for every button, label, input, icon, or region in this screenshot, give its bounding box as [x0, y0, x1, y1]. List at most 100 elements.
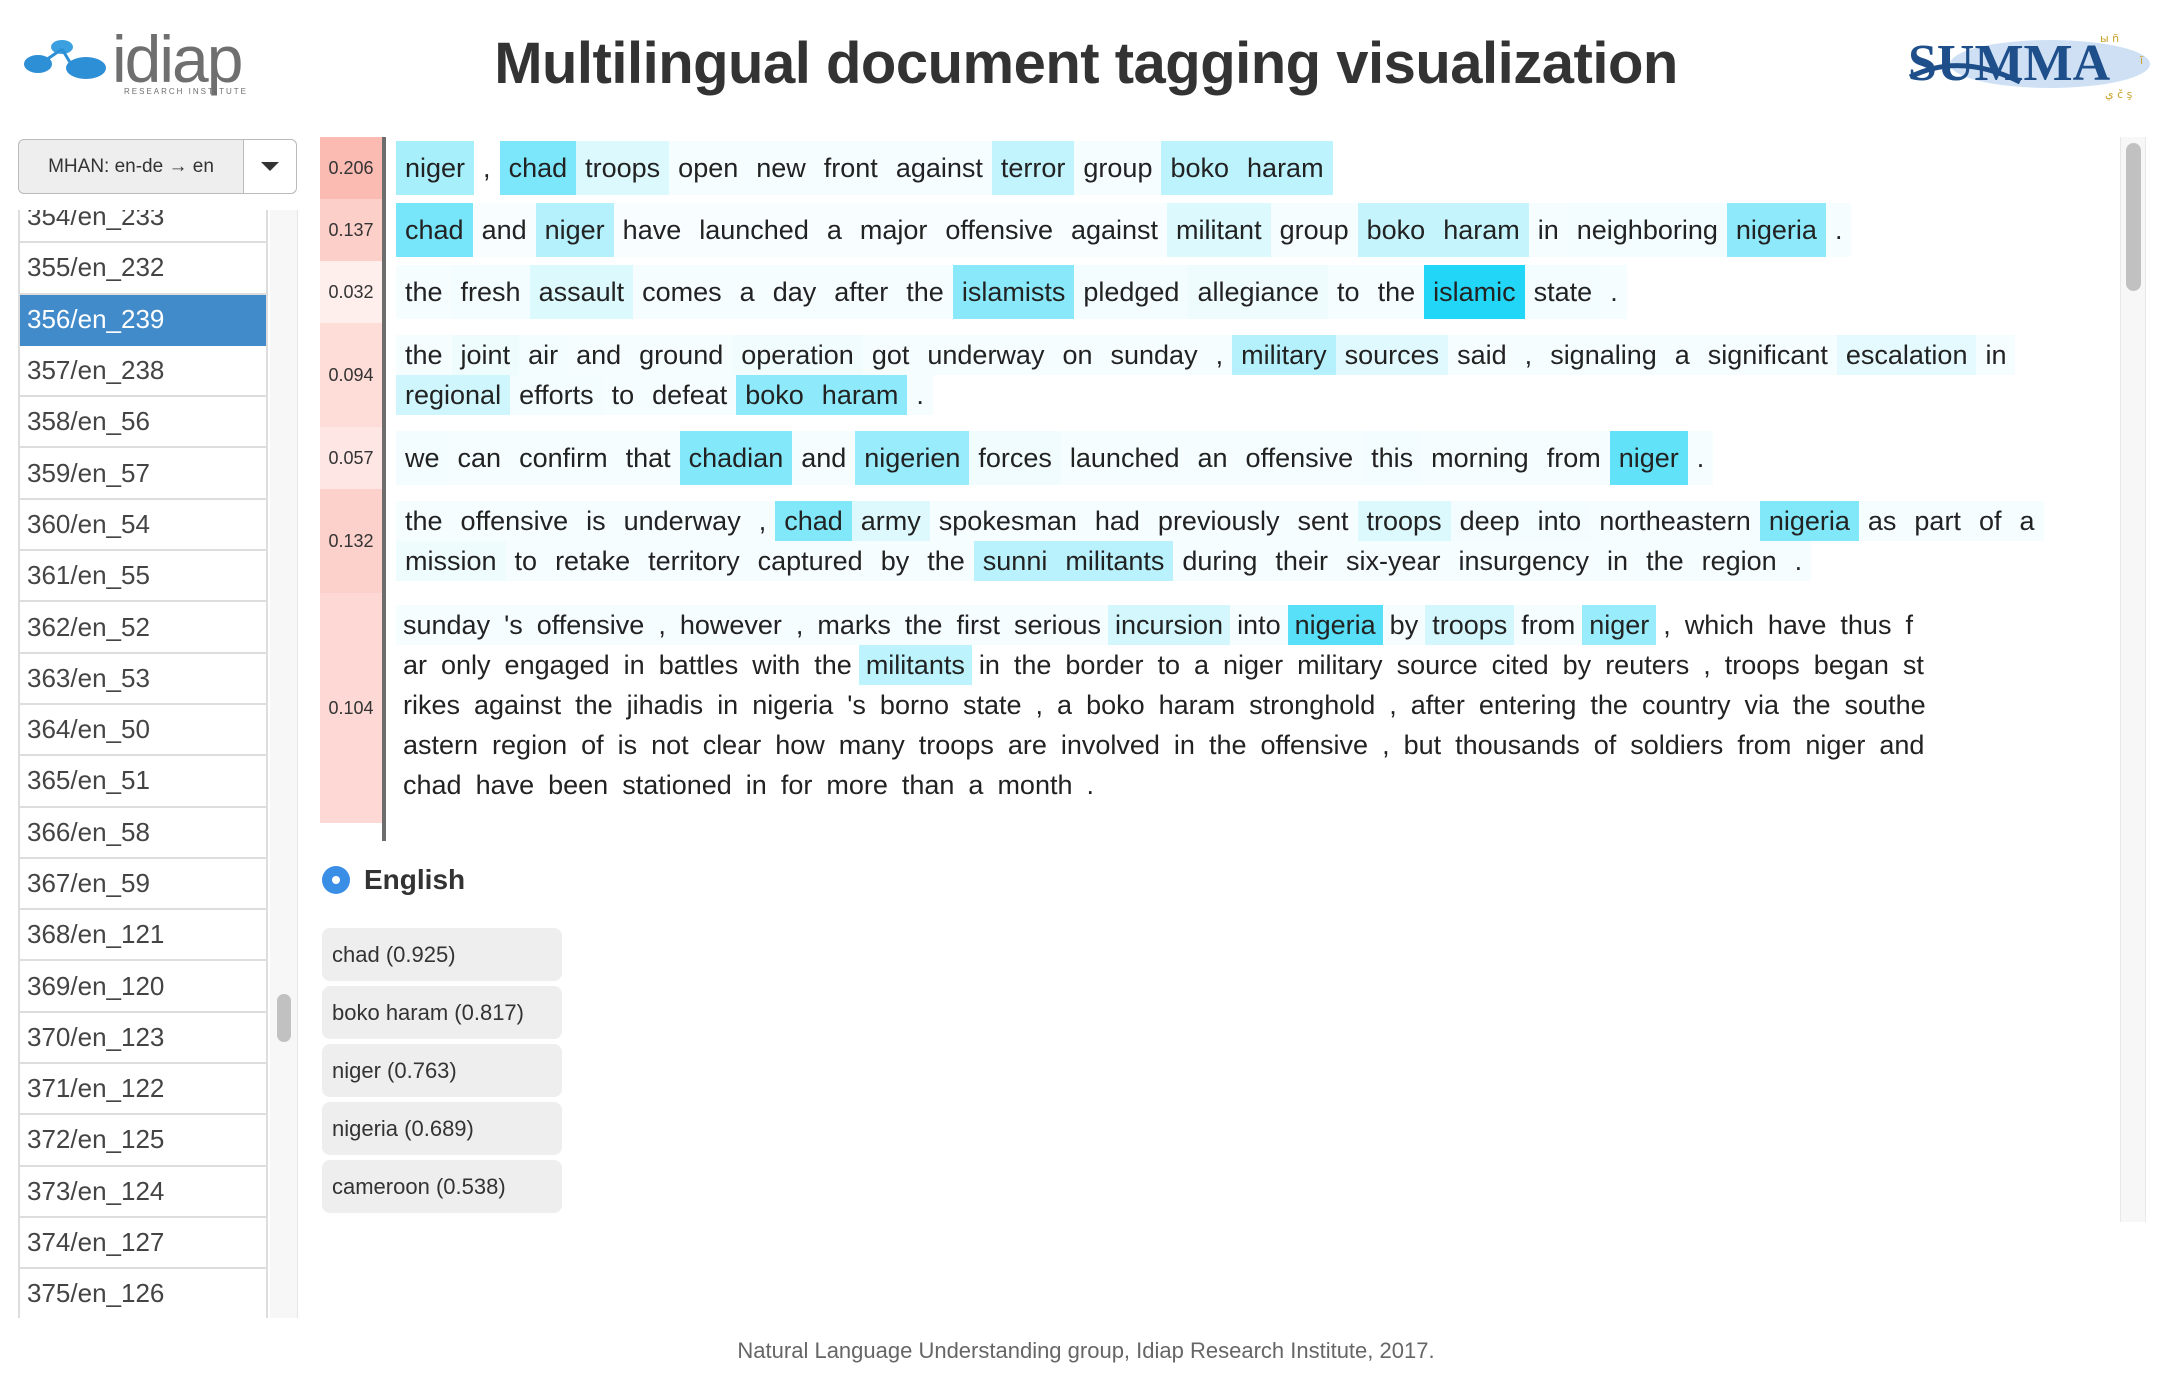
word-token: group [1074, 141, 1161, 195]
document-list-item[interactable]: 367/en_59 [20, 859, 266, 911]
document-list-scroll-thumb[interactable] [277, 994, 291, 1042]
word-token: the [1208, 730, 1247, 760]
document-list-item[interactable]: 375/en_126 [20, 1269, 266, 1318]
word-token: . [1688, 431, 1714, 485]
word-token: in [745, 770, 767, 800]
word-token: in [978, 650, 1000, 680]
word-token: into [1230, 605, 1288, 645]
text-line: astern region of is not clear how many troops are… [396, 725, 2096, 765]
word-token: been [548, 770, 609, 800]
word-token: offensive [1237, 431, 1363, 485]
word-token: , [750, 501, 776, 541]
document-list-item[interactable]: 358/en_56 [20, 397, 266, 449]
model-select-value[interactable]: MHAN: en-de → en [19, 140, 244, 193]
document-list-item[interactable]: 374/en_127 [20, 1218, 266, 1270]
document-list-item[interactable]: 355/en_232 [20, 243, 266, 295]
word-token: , [1703, 650, 1711, 680]
word-token: significant [1699, 335, 1837, 375]
word-token: pledged [1074, 265, 1189, 319]
tag-item: boko haram (0.817) [322, 986, 562, 1039]
document-list-item[interactable]: 369/en_120 [20, 961, 266, 1013]
document-view-scrollbar[interactable] [2120, 137, 2146, 1222]
word-token: chadian [679, 431, 793, 485]
word-token: army [851, 501, 930, 541]
word-token: have [614, 203, 691, 257]
word-token: haram [1238, 141, 1333, 195]
word-token: operation [732, 335, 863, 375]
word-token: a [2010, 501, 2043, 541]
word-token: major [851, 203, 937, 257]
word-token: only [441, 650, 491, 680]
document-list-item[interactable]: 362/en_52 [20, 602, 266, 654]
word-token: source [1396, 650, 1478, 680]
word-token: escalation [1836, 335, 1977, 375]
word-token: as [1859, 501, 1906, 541]
model-select[interactable]: MHAN: en-de → en [18, 139, 297, 194]
document-list[interactable]: 354/en_233 355/en_232 356/en_239 357/en_238… [18, 210, 268, 1318]
document-list-scrollbar[interactable] [270, 210, 298, 1318]
word-token: a [968, 770, 984, 800]
document-list-item[interactable]: 359/en_57 [20, 448, 266, 500]
word-token: from [1538, 431, 1610, 485]
word-token: offensive [452, 501, 578, 541]
word-token: is [577, 501, 615, 541]
word-token: fresh [451, 265, 530, 319]
word-token: islamists [952, 265, 1075, 319]
word-token: entering [1478, 690, 1577, 720]
word-token: how [775, 730, 825, 760]
word-token: against [887, 141, 992, 195]
word-token: troops [1357, 501, 1451, 541]
word-token: niger [1582, 605, 1657, 645]
word-token: against [1062, 203, 1167, 257]
word-token: are [1007, 730, 1047, 760]
word-token: a [731, 265, 764, 319]
word-token: the [396, 335, 452, 375]
word-token: a [1057, 690, 1073, 720]
word-token: joint [451, 335, 520, 375]
document-list-item[interactable]: 356/en_239 [20, 294, 266, 346]
dropdown-button[interactable] [244, 140, 296, 193]
word-token: boko [1357, 203, 1435, 257]
word-token: after [825, 265, 897, 319]
language-section-header[interactable]: English [322, 864, 465, 896]
document-list-item[interactable]: 372/en_125 [20, 1115, 266, 1167]
sentence-row: 0.057 we can confirm that chadian and nigerien f… [320, 427, 2110, 489]
word-token: during [1173, 541, 1266, 581]
document-list-item[interactable]: 365/en_51 [20, 756, 266, 808]
word-token: soldiers [1630, 730, 1724, 760]
word-token: said [1448, 335, 1516, 375]
document-list-item[interactable]: 368/en_121 [20, 910, 266, 962]
word-token: from [1514, 605, 1582, 645]
word-token: nigeria [1287, 605, 1383, 645]
document-list-item[interactable]: 354/en_233 [20, 210, 266, 244]
document-list-item[interactable]: 357/en_238 [20, 346, 266, 398]
word-token: clear [702, 730, 762, 760]
word-token: troops [1425, 605, 1515, 645]
word-token: in [1529, 203, 1568, 257]
document-list-item[interactable]: 364/en_50 [20, 705, 266, 757]
document-list-item[interactable]: 366/en_58 [20, 808, 266, 859]
word-token: neighboring [1567, 203, 1727, 257]
document-view: 0.206 niger, chad troops open new front against… [320, 137, 2110, 841]
word-token: militants [1056, 541, 1174, 581]
document-list-item[interactable]: 360/en_54 [20, 500, 266, 552]
word-token: but [1403, 730, 1442, 760]
word-token: the [897, 265, 953, 319]
word-token: offensive [936, 203, 1062, 257]
word-token: the [1590, 690, 1628, 720]
word-token: sunni [973, 541, 1057, 581]
tag-item: cameroon (0.538) [322, 1160, 562, 1213]
document-list-item[interactable]: 371/en_122 [20, 1064, 266, 1116]
word-token: , [1663, 610, 1671, 640]
language-radio[interactable] [322, 866, 350, 894]
document-list-item[interactable]: 373/en_124 [20, 1167, 266, 1218]
word-token: haram [1434, 203, 1529, 257]
document-view-scroll-thumb[interactable] [2126, 143, 2141, 291]
word-token: border [1065, 650, 1144, 680]
word-token: day [764, 265, 826, 319]
document-list-item[interactable]: 361/en_55 [20, 551, 266, 603]
word-token: to [1328, 265, 1369, 319]
document-list-item[interactable]: 363/en_53 [20, 654, 266, 705]
word-token: territory [639, 541, 749, 581]
document-list-item[interactable]: 370/en_123 [20, 1013, 266, 1065]
